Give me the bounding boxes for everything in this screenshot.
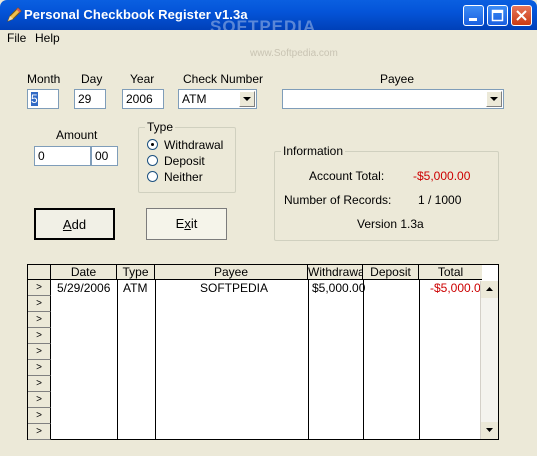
col-header-deposit[interactable]: Deposit [363, 265, 419, 280]
col-header-payee[interactable]: Payee [155, 265, 308, 280]
scroll-down-icon [486, 428, 493, 432]
information-group: Information Account Total: -$5,000.00 Nu… [274, 144, 499, 241]
month-label: Month [27, 72, 61, 86]
close-button[interactable] [511, 5, 532, 26]
chevron-down-icon [490, 97, 498, 101]
col-header-total[interactable]: Total [419, 265, 482, 280]
row-selector[interactable]: > [28, 280, 51, 296]
divider [117, 280, 118, 439]
radio-unchecked-icon [147, 171, 158, 182]
chevron-down-icon [243, 97, 251, 101]
col-header-withdrawal[interactable]: Withdrawal [308, 265, 367, 280]
year-field[interactable]: 2006 [122, 89, 164, 109]
information-title: Information [281, 144, 346, 158]
row-selector[interactable]: > [28, 312, 51, 328]
month-value: 5 [31, 92, 38, 106]
close-icon [516, 10, 527, 21]
scroll-up-button[interactable] [481, 281, 498, 298]
minimize-icon [469, 18, 477, 21]
divider [363, 280, 364, 439]
payee-dropdown[interactable] [486, 91, 502, 107]
type-group: Type Withdrawal Deposit Neither [138, 120, 236, 193]
month-field[interactable]: 5 [27, 89, 59, 109]
row-selector[interactable]: > [28, 344, 51, 360]
menu-bar: File Help [0, 30, 537, 48]
row-selector[interactable]: > [28, 424, 51, 440]
records-value: 1 / 1000 [418, 193, 462, 207]
cell-total: -$5,000.00 [430, 281, 488, 295]
check-number-dropdown[interactable] [239, 91, 255, 107]
register-table[interactable]: Date Type Payee Withdrawal Deposit Total… [27, 264, 499, 440]
payee-label: Payee [380, 72, 415, 86]
account-total-value: -$5,000.00 [413, 169, 471, 183]
radio-checked-icon [147, 139, 158, 150]
maximize-icon [491, 9, 504, 22]
radio-withdrawal-label: Withdrawal [164, 138, 224, 152]
divider [155, 280, 156, 439]
maximize-button[interactable] [487, 5, 508, 26]
cell-withdrawal: $5,000.00 [312, 281, 366, 295]
divider [419, 280, 420, 439]
exit-button[interactable]: Exit [146, 208, 227, 240]
row-selector[interactable]: > [28, 392, 51, 408]
cell-payee: SOFTPEDIA [200, 281, 269, 295]
scroll-down-button[interactable] [481, 422, 498, 439]
row-selector[interactable]: > [28, 360, 51, 376]
type-group-title: Type [145, 120, 176, 134]
header-corner [28, 265, 51, 280]
row-selector[interactable]: > [28, 408, 51, 424]
account-total-label: Account Total: [309, 169, 385, 183]
add-rest: dd [71, 217, 87, 232]
row-selector[interactable]: > [28, 296, 51, 312]
amount-dollars-field[interactable]: 0 [34, 146, 91, 166]
check-number-value: ATM [182, 92, 207, 106]
row-selector[interactable]: > [28, 376, 51, 392]
col-header-date[interactable]: Date [51, 265, 117, 280]
watermark-url: www.Softpedia.com [250, 48, 338, 59]
vertical-scrollbar[interactable] [480, 281, 498, 439]
check-number-combo[interactable]: ATM [178, 89, 257, 109]
check-number-label: Check Number [183, 72, 264, 86]
pencil-icon [7, 7, 22, 22]
cell-type: ATM [123, 281, 148, 295]
scroll-up-icon [486, 287, 493, 291]
version-text: Version 1.3a [357, 217, 424, 231]
title-bar[interactable]: Personal Checkbook Register v1.3a SOFTPE… [0, 0, 537, 36]
menu-file[interactable]: File [7, 31, 26, 45]
records-label: Number of Records: [284, 193, 392, 207]
menu-help[interactable]: Help [35, 31, 60, 45]
cell-date: 5/29/2006 [57, 281, 111, 295]
amount-label: Amount [56, 128, 98, 142]
add-button[interactable]: Add [34, 208, 115, 240]
radio-neither-label: Neither [164, 170, 203, 184]
day-label: Day [81, 72, 103, 86]
minimize-button[interactable] [463, 5, 484, 26]
exit-rest: it [190, 216, 198, 231]
add-accel: A [62, 217, 72, 232]
row-selector[interactable]: > [28, 328, 51, 344]
payee-combo[interactable] [282, 89, 504, 109]
amount-cents-field[interactable]: 00 [91, 146, 118, 166]
divider [308, 280, 309, 439]
app-window: Personal Checkbook Register v1.3a SOFTPE… [0, 0, 537, 456]
radio-deposit-label: Deposit [164, 154, 205, 168]
year-label: Year [130, 72, 155, 86]
radio-unchecked-icon [147, 155, 158, 166]
col-header-type[interactable]: Type [117, 265, 155, 280]
day-field[interactable]: 29 [74, 89, 106, 109]
